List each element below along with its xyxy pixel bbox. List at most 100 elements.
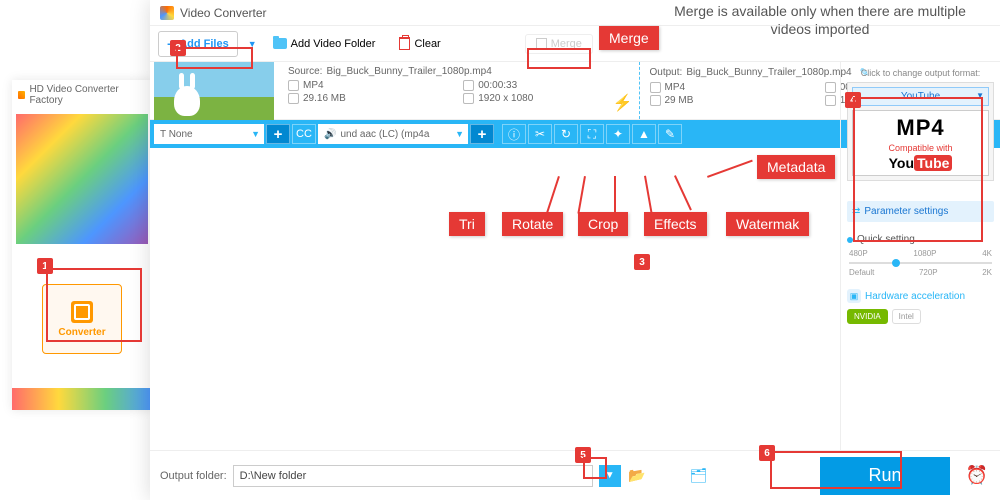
ann-trim: Tri [449,212,485,236]
hw-chips: NVIDIA Intel [847,309,994,324]
output-folder-label: Output folder: [160,470,227,482]
add-track-button[interactable]: + [266,124,290,144]
converter-icon [71,301,93,323]
res-icon [463,93,474,104]
output-folder-dropdown[interactable]: ▼ [599,465,621,487]
src-format: MP4 [303,80,324,91]
format-category[interactable]: YouTube▼ [852,87,989,106]
video-track-select[interactable]: T None▼ [154,124,264,144]
metadata-button[interactable]: ✎ [658,124,682,144]
intel-chip[interactable]: Intel [892,309,921,324]
audio-track-select[interactable]: 🔊und aac (LC) (mp4a▼ [318,124,468,144]
size-icon [650,95,661,106]
num-6: 6 [759,445,775,461]
format-name: MP4 [857,115,984,141]
trim-button[interactable]: ✂ [528,124,552,144]
format-icon [650,82,661,93]
rotate-icon: ↻ [561,127,571,141]
src-res: 1920 x 1080 [478,93,533,104]
num-2: 2 [170,40,186,56]
metadata-icon: ✎ [665,127,675,141]
sliders-icon: ⇄ [852,206,860,217]
annotation-note: Merge is available only when there are m… [665,2,975,38]
clock-icon [463,80,474,91]
bg-footer [12,388,152,410]
clear-button[interactable]: Clear [391,33,448,54]
add-folder-label: Add Video Folder [291,38,376,50]
trash-icon [399,37,410,50]
parameter-settings-button[interactable]: ⇄ Parameter settings [847,201,994,222]
merge-button[interactable]: Merge [525,34,593,54]
main-window: Video Converter + Add Files ▼ Add Video … [150,0,1000,500]
dot-icon [847,237,853,243]
ann-crop: Crop [578,212,628,236]
bg-app: HD Video Converter Factory Converter [12,80,152,410]
format-card[interactable]: MP4 Compatible with YouTube [852,110,989,176]
app-logo-icon [160,6,174,20]
ann-rotate: Rotate [502,212,563,236]
clear-label: Clear [414,38,440,50]
bolt-icon: ⚡ [613,93,633,113]
side-hint: Click to change output format: [847,68,994,78]
slider-thumb[interactable] [892,259,900,267]
chip-icon: ▣ [847,289,861,303]
source-filename: Big_Buck_Bunny_Trailer_1080p.mp4 [326,66,491,77]
src-duration: 00:00:33 [478,80,517,91]
info-button[interactable]: ⓘ [502,124,526,144]
app-title: Video Converter [180,6,267,20]
converter-label: Converter [58,327,105,338]
cc-button[interactable]: CC [292,124,316,144]
bg-title-text: HD Video Converter Factory [29,84,146,106]
alarm-button[interactable]: ⏰ [964,463,990,489]
source-info: Source: Big_Buck_Bunny_Trailer_1080p.mp4… [278,62,640,119]
output-folder-input[interactable] [233,465,593,487]
ann-effects: Effects [644,212,707,236]
res-icon [825,95,836,106]
num-4: 4 [845,92,861,108]
crop-button[interactable]: ⛶ [580,124,604,144]
side-panel: Click to change output format: YouTube▼ … [840,62,1000,450]
ann-merge: Merge [599,26,659,50]
hw-accel-toggle[interactable]: ▣ Hardware acceleration [847,289,994,303]
crop-icon: ⛶ [588,127,596,142]
compat-text: Compatible with [857,143,984,153]
scissors-icon: ✂ [535,127,545,141]
add-folder-button[interactable]: Add Video Folder [265,34,384,54]
output-label: Output: [650,67,683,78]
format-box[interactable]: YouTube▼ MP4 Compatible with YouTube [847,82,994,181]
add-files-dropdown[interactable]: ▼ [248,39,257,49]
out-format: MP4 [665,82,686,93]
merge-icon [536,38,547,49]
bg-hero [16,114,148,244]
num-3: 3 [634,254,650,270]
bg-app-icon [18,91,25,99]
info-icon: ⓘ [508,126,520,143]
browse-folder-button[interactable]: 📂 [627,468,647,484]
add-files-label: Add Files [179,38,229,50]
watermark-icon: ▲ [638,127,650,141]
youtube-logo: YouTube [857,155,984,171]
run-button[interactable]: Run [820,457,950,495]
rotate-button[interactable]: ↻ [554,124,578,144]
num-5: 5 [575,447,591,463]
format-icon [288,80,299,91]
output-filename: Big_Buck_Bunny_Trailer_1080p.mp4 [686,67,851,78]
add-audio-button[interactable]: + [470,124,494,144]
ann-metadata: Metadata [757,155,835,179]
num-1: 1 [37,258,53,274]
open-output-button[interactable]: 🗂 [689,468,709,484]
effects-button[interactable]: ✦ [606,124,630,144]
arrow-crop [614,176,616,214]
folder-icon [273,38,287,49]
watermark-button[interactable]: ▲ [632,124,656,144]
quality-slider[interactable] [849,262,992,264]
converter-tile[interactable]: Converter [42,284,122,354]
clock-icon [825,82,836,93]
bg-title: HD Video Converter Factory [12,80,152,110]
out-size: 29 MB [665,95,694,106]
effects-icon: ✦ [613,127,623,141]
nvidia-chip[interactable]: NVIDIA [847,309,888,324]
quick-setting: Quick setting 480P 1080P 4K Default 720P… [847,234,994,277]
size-icon [288,93,299,104]
video-thumbnail[interactable] [154,62,274,120]
